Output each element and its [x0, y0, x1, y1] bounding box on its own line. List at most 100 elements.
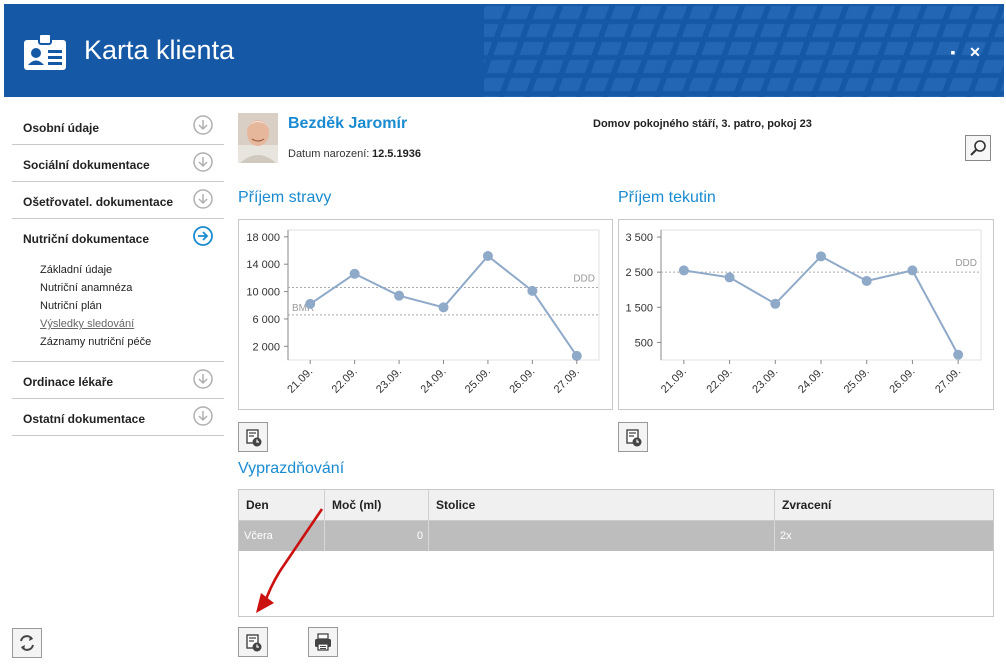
y-tick-label: 3 500 [625, 232, 653, 244]
x-tick-label: 25.09. [463, 366, 493, 396]
sidebar: Osobní údaje Sociální dokumentace Ošetřo… [12, 108, 224, 436]
submenu-item-vysledky-sledovani[interactable]: Výsledky sledování [12, 315, 224, 333]
close-button[interactable]: ✕ [967, 44, 983, 60]
sidebar-item-osetrovatel-dokumentace[interactable]: Ošetřovatel. dokumentace [12, 182, 224, 219]
data-point [770, 298, 781, 309]
sidebar-item-label: Nutriční dokumentace [23, 232, 150, 246]
x-tick-label: 27.09. [933, 366, 963, 396]
y-tick-label: 500 [635, 337, 653, 349]
data-point [527, 285, 538, 296]
fluid-intake-title: Příjem tekutin [618, 189, 716, 206]
column-header-stolice[interactable]: Stolice [429, 490, 775, 520]
submenu-item-nutricni-plan[interactable]: Nutriční plán [12, 297, 224, 315]
x-tick-label: 21.09. [659, 366, 689, 396]
plot-area [287, 229, 600, 361]
y-tick-label: 14 000 [246, 259, 280, 271]
elimination-title: Vyprazdňování [238, 460, 345, 477]
app-header: Karta klienta ▪ ✕ [4, 4, 1004, 97]
sidebar-item-label: Sociální dokumentace [23, 158, 150, 172]
arrow-down-icon [193, 152, 213, 172]
arrow-down-icon [193, 406, 213, 426]
y-tick-label: 18 000 [246, 232, 280, 244]
data-point [571, 350, 582, 361]
column-header-moc[interactable]: Moč (ml) [325, 490, 429, 520]
sidebar-submenu: Základní údaje Nutriční anamnéza Nutričn… [12, 255, 224, 362]
sidebar-item-label: Ostatní dokumentace [23, 412, 146, 426]
data-point [438, 302, 449, 313]
history-icon [626, 429, 642, 447]
client-photo [238, 113, 278, 163]
cell-moc: 0 [325, 521, 429, 551]
data-point [678, 265, 689, 276]
y-tick-label: 10 000 [246, 287, 280, 299]
id-card-icon [24, 33, 66, 70]
arrow-down-icon [193, 115, 213, 135]
fluid-history-button[interactable] [618, 422, 648, 452]
plot-area [660, 229, 982, 361]
window-title: Karta klienta [84, 35, 235, 65]
sidebar-item-osobni-udaje[interactable]: Osobní údaje [12, 108, 224, 145]
x-tick-label: 25.09. [842, 366, 872, 396]
data-point [724, 272, 735, 283]
sidebar-item-ordinace-lekare[interactable]: Ordinace lékaře [12, 362, 224, 399]
y-tick-label: 2 000 [252, 341, 280, 353]
sidebar-item-label: Ošetřovatel. dokumentace [23, 195, 174, 209]
maximize-button[interactable]: ▪ [945, 44, 961, 60]
elimination-history-button[interactable] [238, 627, 268, 657]
data-point [482, 251, 493, 261]
table-header: Den Moč (ml) Stolice Zvracení [239, 490, 993, 521]
elimination-table: Den Moč (ml) Stolice Zvracení Včera 0 2x [238, 489, 994, 617]
y-tick-label: 6 000 [252, 314, 280, 326]
food-intake-chart: 18 000 14 000 10 000 6 000 2 000 DDD BMR 21.09.… [238, 219, 613, 410]
magnifier-icon [970, 140, 986, 156]
submenu-item-zakladni-udaje[interactable]: Základní údaje [12, 261, 224, 279]
annotation-arrow [256, 508, 324, 613]
x-tick-label: 23.09. [374, 366, 404, 396]
data-point [816, 251, 826, 262]
sidebar-item-ostatni-dokumentace[interactable]: Ostatní dokumentace [12, 399, 224, 436]
arrow-down-icon [193, 369, 213, 389]
x-tick-label: 26.09. [507, 366, 537, 396]
data-point [953, 349, 964, 360]
reference-line-label: DDD [573, 273, 595, 284]
search-button[interactable] [965, 135, 991, 161]
arrow-right-icon [193, 226, 213, 246]
sidebar-item-socialni-dokumentace[interactable]: Sociální dokumentace [12, 145, 224, 182]
x-tick-label: 26.09. [887, 366, 917, 396]
reference-line-label: DDD [955, 258, 977, 269]
data-point [394, 290, 405, 301]
print-button[interactable] [308, 627, 338, 657]
x-tick-label: 22.09. [705, 366, 735, 396]
history-icon [246, 429, 262, 447]
food-history-button[interactable] [238, 422, 268, 452]
dob-label: Datum narození: [288, 148, 370, 160]
y-tick-label: 1 500 [625, 302, 653, 314]
table-row[interactable]: Včera 0 2x [239, 521, 993, 551]
dob-value: 12.5.1936 [372, 148, 421, 160]
arrow-down-icon [193, 189, 213, 209]
sidebar-item-label: Ordinace lékaře [23, 375, 114, 389]
sidebar-item-nutricni-dokumentace[interactable]: Nutriční dokumentace [12, 219, 224, 255]
x-tick-label: 24.09. [796, 366, 826, 396]
y-tick-label: 2 500 [625, 267, 653, 279]
cell-stolice [429, 521, 775, 551]
cell-zvraceni: 2x [780, 530, 792, 542]
submenu-item-zaznamy-nutricni-pece[interactable]: Záznamy nutriční péče [12, 333, 224, 351]
submenu-item-nutricni-anamneza[interactable]: Nutriční anamnéza [12, 279, 224, 297]
data-point [349, 268, 360, 279]
data-point [305, 298, 316, 309]
x-tick-label: 24.09. [419, 366, 449, 396]
client-name: Bezděk Jaromír [288, 115, 408, 132]
data-point [861, 275, 872, 286]
x-tick-label: 23.09. [750, 366, 780, 396]
sidebar-item-label: Osobní údaje [23, 121, 100, 135]
printer-icon [315, 633, 331, 651]
fluid-intake-chart: 3 500 2 500 1 500 500 DDD 21.09. 22.09. 23.09. 2… [618, 219, 994, 410]
column-header-zvraceni[interactable]: Zvracení [775, 490, 993, 520]
food-intake-title: Příjem stravy [238, 189, 332, 206]
history-icon [246, 634, 262, 652]
header-pattern [484, 4, 1004, 97]
x-tick-label: 21.09. [285, 366, 315, 396]
refresh-button[interactable] [12, 628, 42, 658]
x-tick-label: 27.09. [552, 366, 582, 396]
